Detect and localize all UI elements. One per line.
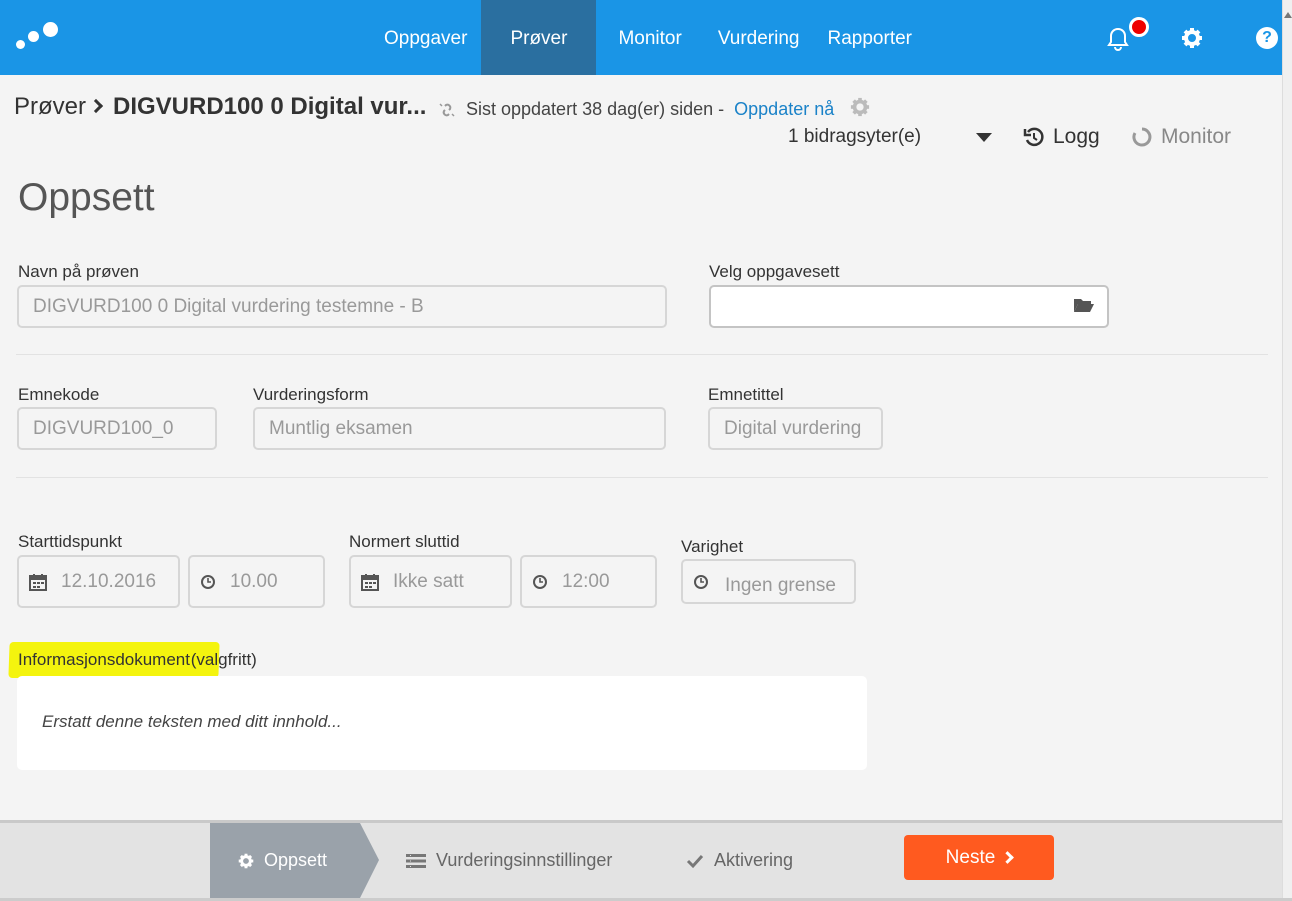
course-code-input[interactable]: DIGVURD100_0 [17,407,217,450]
monitor-button[interactable]: Monitor [1131,125,1231,149]
end-date-value: Ikke satt [393,570,464,592]
sync-status: Sist oppdatert 38 dag(er) siden - Oppdat… [438,97,870,122]
test-name-value: DIGVURD100 0 Digital vurdering testemne … [33,295,424,317]
duration-label: Varighet [681,537,744,556]
course-title-label: Emnetittel [708,385,784,404]
start-date-value: 12.10.2016 [61,570,157,592]
wizard-step-arrow [360,823,379,898]
wizard-step-oppsett[interactable]: Oppsett [210,823,360,898]
update-now-link[interactable]: Oppdater nå [734,99,834,120]
gear-icon[interactable] [1181,27,1203,49]
clock-icon [693,574,709,590]
info-doc-title: Informasjonsdokument [18,650,190,669]
wizard-step-label: Vurderingsinnstillinger [436,850,613,870]
logo[interactable] [16,22,60,52]
calendar-icon [361,573,379,591]
start-date-input[interactable]: 12.10.2016 [17,555,180,608]
breadcrumb-current: DIGVURD100 0 Digital vur... [113,93,427,120]
caret-down-icon[interactable] [976,133,992,142]
clock-icon [200,574,216,590]
duration-input[interactable]: Ingen grense [681,559,856,604]
chevron-right-icon [88,98,104,114]
end-label: Normert sluttid [349,532,460,551]
wizard-step-aktivering[interactable]: Aktivering [686,823,793,898]
course-code-label: Emnekode [18,385,100,404]
main-nav: Oppgaver Prøver Monitor Vurdering Rappor… [370,0,926,75]
nav-item-vurdering[interactable]: Vurdering [704,0,814,75]
end-date-input[interactable]: Ikke satt [349,555,512,608]
end-time-input[interactable]: 12:00 [520,555,657,608]
assessment-form-value: Muntlig eksamen [269,417,413,439]
wizard-step-vurderingsinnstillinger[interactable]: Vurderingsinnstillinger [406,823,612,898]
test-name-label: Navn på prøven [18,262,139,281]
notification-badge [1129,17,1149,37]
clock-icon [532,574,548,590]
info-doc-editor[interactable]: Erstatt denne teksten med ditt innhold..… [17,676,867,770]
broken-link-icon [438,101,456,119]
info-doc-content: Erstatt denne teksten med ditt innhold..… [42,712,342,731]
wizard-footer [0,820,1282,898]
section-divider [16,477,1268,478]
section-divider [16,354,1268,355]
monitor-label: Monitor [1161,125,1232,148]
course-code-value: DIGVURD100_0 [33,417,174,439]
chevron-right-icon [1001,851,1015,864]
check-icon [686,853,704,869]
assessment-form-input[interactable]: Muntlig eksamen [253,407,666,450]
start-time-input[interactable]: 10.00 [188,555,325,608]
log-label: Logg [1053,125,1100,148]
breadcrumb: Prøver DIGVURD100 0 Digital vur... [14,93,426,121]
calendar-icon [29,573,47,591]
end-time-value: 12:00 [562,570,610,592]
next-button[interactable]: Neste [904,835,1054,880]
start-label: Starttidspunkt [18,532,122,551]
test-name-input[interactable]: DIGVURD100 0 Digital vurdering testemne … [17,285,667,328]
info-doc-optional: (valgfritt) [190,650,257,669]
nav-item-rapporter[interactable]: Rapporter [814,0,927,75]
breadcrumb-root[interactable]: Prøver [14,93,86,120]
info-doc-label: Informasjonsdokument (valgfritt) [18,650,257,670]
top-navbar: Oppgaver Prøver Monitor Vurdering Rappor… [0,0,1282,75]
list-icon [406,853,426,869]
vertical-scrollbar[interactable] [1282,0,1292,901]
wizard-step-label: Aktivering [714,850,794,870]
page-title: Oppsett [18,176,155,219]
task-set-label: Velg oppgavesett [709,262,840,281]
wizard-step-label: Oppsett [264,850,328,870]
nav-item-monitor[interactable]: Monitor [604,0,695,75]
gear-icon [238,853,254,869]
contributors-count: 1 bidragsyter(e) [788,126,922,147]
bell-icon[interactable] [1105,26,1131,52]
task-set-input[interactable] [709,285,1109,328]
spinner-icon [1131,126,1153,148]
nav-item-prover[interactable]: Prøver [481,0,597,75]
scroll-up-arrow[interactable] [1284,12,1292,18]
nav-item-oppgaver[interactable]: Oppgaver [370,0,481,75]
folder-open-icon[interactable] [1073,296,1095,314]
sync-status-text: Sist oppdatert 38 dag(er) siden - [466,99,725,119]
course-title-value: Digital vurdering [724,417,862,439]
course-title-input[interactable]: Digital vurdering [708,407,883,450]
next-label: Neste [945,846,996,868]
history-icon [1023,126,1045,148]
help-icon[interactable]: ? [1256,27,1278,49]
sync-settings-icon[interactable] [850,97,870,122]
log-button[interactable]: Logg [1023,125,1100,149]
assessment-form-label: Vurderingsform [253,385,369,404]
duration-value: Ingen grense [725,574,836,596]
start-time-value: 10.00 [230,570,278,592]
